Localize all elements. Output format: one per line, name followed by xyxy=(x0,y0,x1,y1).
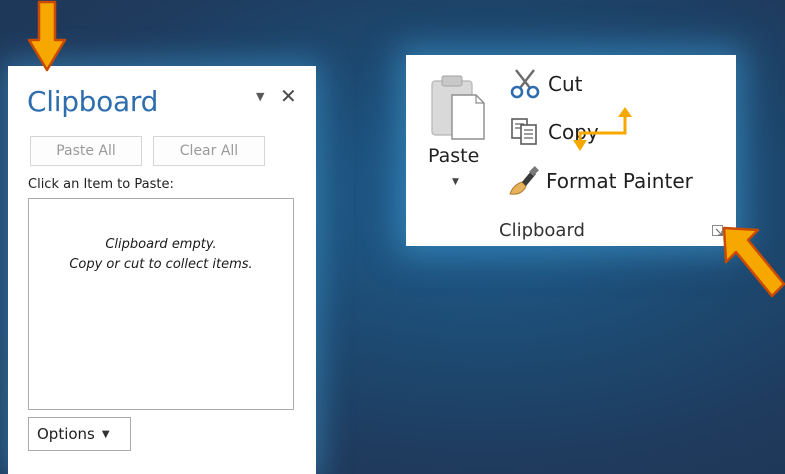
clipboard-paste-icon[interactable] xyxy=(428,73,488,143)
paintbrush-icon xyxy=(509,166,539,195)
paste-all-button[interactable]: Paste All xyxy=(30,136,142,166)
scissors-icon xyxy=(510,69,540,99)
clipboard-group-label: Clipboard xyxy=(499,220,585,241)
copy-arrows-annotation-icon xyxy=(573,107,632,151)
options-label: Options xyxy=(37,425,95,443)
empty-message-line2: Copy or cut to collect items. xyxy=(69,257,253,272)
empty-message-line1: Clipboard empty. xyxy=(105,237,217,252)
options-chevron-down-icon: ▼ xyxy=(101,428,110,440)
pane-close-icon[interactable]: ✕ xyxy=(280,84,297,108)
format-painter-button[interactable]: Format Painter xyxy=(506,164,693,198)
cut-label: Cut xyxy=(548,72,583,96)
options-button[interactable]: Options ▼ xyxy=(28,417,131,451)
pane-title: Clipboard xyxy=(27,85,159,118)
down-arrow-annotation-icon xyxy=(27,0,67,72)
clipboard-task-pane: Clipboard ▼ ✕ Paste All Clear All Click … xyxy=(8,66,316,474)
paste-label[interactable]: Paste xyxy=(428,145,479,167)
cut-button[interactable]: Cut xyxy=(508,67,582,101)
items-label: Click an Item to Paste: xyxy=(28,177,174,192)
format-painter-label: Format Painter xyxy=(546,169,693,193)
clipboard-items-list[interactable]: Clipboard empty. Copy or cut to collect … xyxy=(28,198,294,410)
clear-all-button[interactable]: Clear All xyxy=(153,136,265,166)
pane-menu-chevron-down-icon[interactable]: ▼ xyxy=(256,90,264,103)
diagonal-arrow-annotation-icon xyxy=(722,226,785,298)
paste-chevron-down-icon[interactable]: ▼ xyxy=(452,177,459,187)
copy-icon xyxy=(511,118,537,145)
